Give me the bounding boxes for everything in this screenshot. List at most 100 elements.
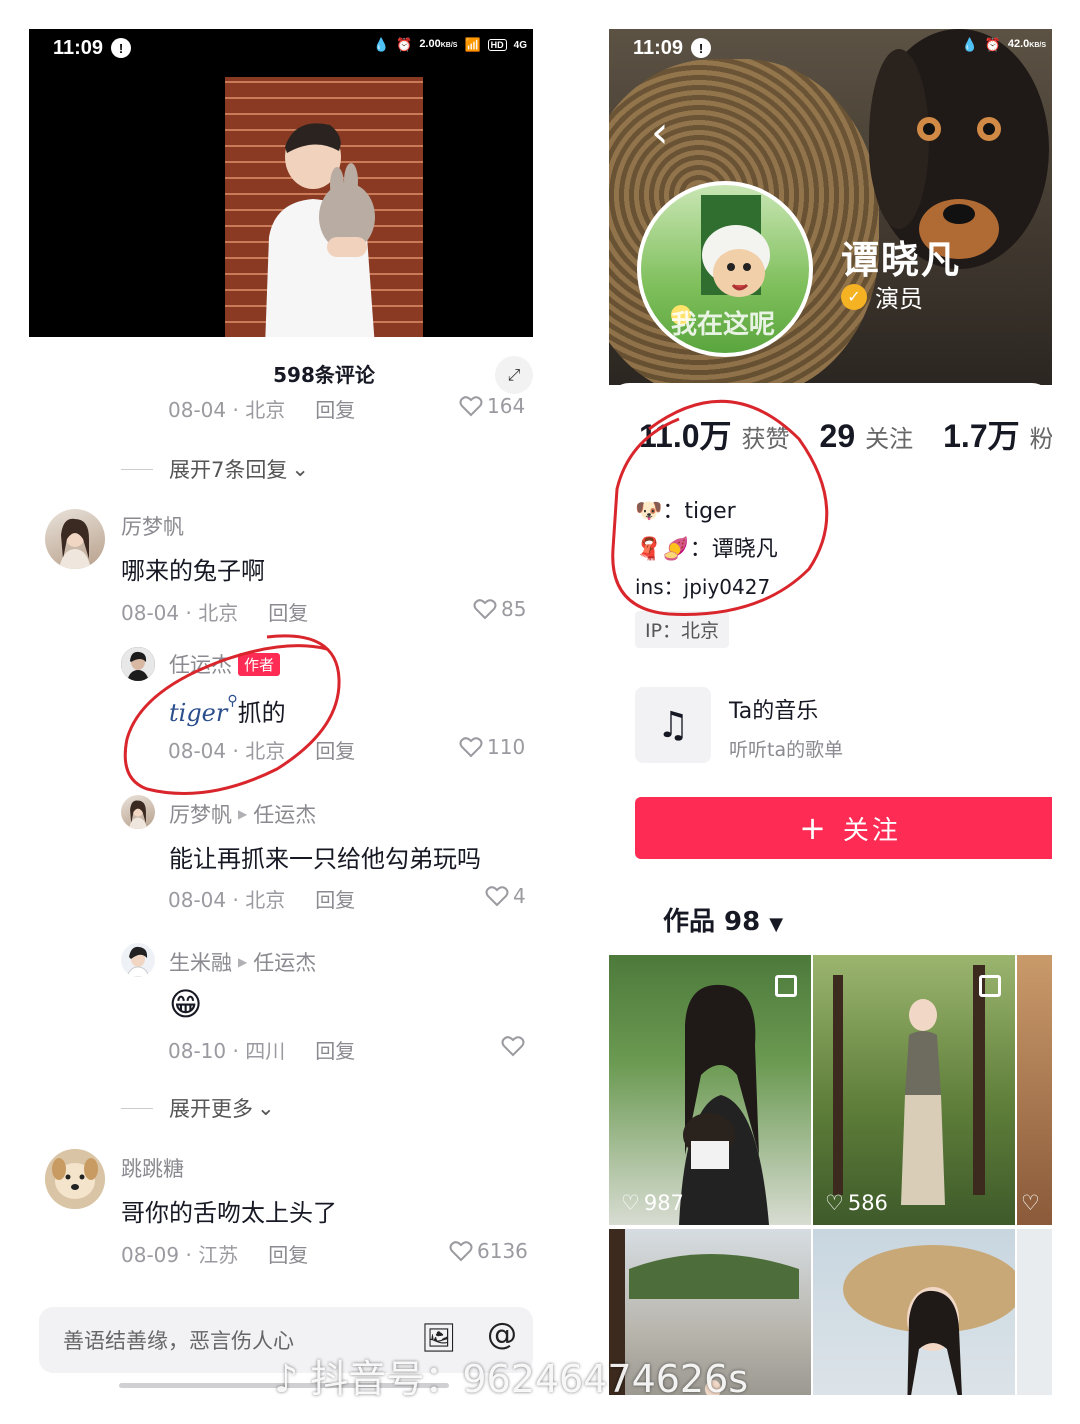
comment-username[interactable]: 厉梦帆 bbox=[121, 511, 184, 541]
douyin-watermark: ♪ 抖音号：96246474626s bbox=[274, 1357, 749, 1401]
avatar[interactable] bbox=[45, 509, 105, 569]
expand-more-button[interactable]: 展开更多 ⌄ bbox=[121, 1093, 275, 1123]
reply-button[interactable]: 回复 bbox=[268, 1243, 308, 1267]
reply-button[interactable]: 回复 bbox=[315, 398, 355, 422]
comment-meta: 08-04 · 北京 回复 bbox=[121, 601, 309, 625]
comment-emoji: 😁 bbox=[169, 985, 203, 1023]
comment-username[interactable]: 生米融 ▶ 任运杰 bbox=[169, 947, 316, 977]
data-saver-icon: 💧 bbox=[961, 37, 978, 52]
plus-icon: + bbox=[799, 809, 829, 847]
status-bar: 11:09 ! 💧 ⏰ 42.0KB/S bbox=[609, 29, 1052, 67]
heart-icon bbox=[473, 599, 497, 620]
music-note-icon[interactable]: ♫ bbox=[635, 687, 711, 763]
search-link[interactable]: tiger bbox=[169, 699, 227, 727]
fullscreen-expand-icon[interactable]: ⤢ bbox=[495, 356, 533, 394]
following-count[interactable]: 29 bbox=[820, 418, 856, 455]
work-likes: ♡ 586 bbox=[825, 1191, 888, 1215]
reply-arrow-icon: ▶ bbox=[238, 955, 248, 969]
heart-icon: ♡ bbox=[1021, 1191, 1040, 1215]
heart-icon bbox=[501, 1036, 525, 1057]
notification-icon: ! bbox=[111, 38, 132, 58]
heart-icon bbox=[459, 737, 483, 758]
profile-stats: 11.0万 获赞 29 关注 1.7万粉 bbox=[639, 411, 1052, 457]
scarf-sweet-potato-emoji-icon: 🧣🍠 bbox=[635, 537, 690, 562]
like-button[interactable] bbox=[501, 1035, 525, 1057]
comment-username[interactable]: 任运杰 作者 bbox=[169, 649, 281, 679]
dog-avatar-image bbox=[45, 1149, 105, 1209]
network-speed: 2.00KB/S bbox=[419, 38, 458, 50]
like-button[interactable]: 6136 bbox=[449, 1239, 528, 1263]
work-thumbnail[interactable]: ♡ 586 bbox=[813, 955, 1015, 1225]
wifi-icon: 📶 bbox=[464, 37, 481, 52]
comment-meta: 08-09 · 江苏 回复 bbox=[121, 1243, 309, 1267]
comment-text: 哪来的兔子啊 bbox=[121, 557, 265, 585]
author-badge: 作者 bbox=[238, 652, 281, 676]
chevron-down-icon: ⌄ bbox=[291, 457, 309, 481]
work-thumbnail[interactable]: ♡ bbox=[1017, 955, 1052, 1225]
reply-button[interactable]: 回复 bbox=[268, 601, 308, 625]
like-button[interactable]: 85 bbox=[473, 597, 526, 621]
dropdown-triangle-icon: ▼ bbox=[769, 914, 784, 935]
music-title[interactable]: Ta的音乐 bbox=[729, 693, 818, 725]
user-avatar-image bbox=[59, 518, 91, 569]
data-saver-icon: 💧 bbox=[372, 37, 390, 52]
mention-icon[interactable]: @ bbox=[487, 1317, 517, 1352]
comment-meta: 08-04 · 北京 回复 bbox=[168, 888, 356, 912]
search-icon: ⚲ bbox=[227, 693, 238, 709]
follow-button[interactable]: + 关注 bbox=[635, 797, 1052, 859]
work-thumbnail[interactable]: ♡ 987 bbox=[609, 955, 811, 1225]
woman-with-straw-hat-image bbox=[843, 1245, 1015, 1395]
following-label[interactable]: 关注 bbox=[865, 419, 913, 454]
profile-avatar[interactable]: 我在这呢 bbox=[637, 181, 813, 357]
comments-count-title: 598条评论 bbox=[273, 363, 375, 387]
expand-replies-button[interactable]: 展开7条回复 ⌄ bbox=[121, 454, 309, 484]
like-button[interactable]: 110 bbox=[459, 735, 525, 759]
comment-text: 能让再抓来一只给他勾弟玩吗 bbox=[169, 845, 481, 873]
work-likes: ♡ bbox=[1021, 1191, 1040, 1215]
back-icon[interactable]: ‹ bbox=[651, 107, 669, 158]
hd-badge: HD bbox=[487, 39, 507, 51]
work-thumbnail[interactable] bbox=[813, 1229, 1015, 1395]
avatar[interactable] bbox=[121, 943, 155, 977]
like-button[interactable]: 164 bbox=[459, 394, 525, 418]
avatar[interactable] bbox=[121, 795, 155, 829]
likes-count: 11.0万 bbox=[639, 418, 732, 454]
avatar[interactable] bbox=[121, 647, 155, 681]
like-count: 85 bbox=[501, 597, 527, 621]
video-player[interactable]: 11:09 ! 💧 ⏰ 2.00KB/S 📶 HD 4G bbox=[29, 29, 533, 337]
like-button[interactable]: 4 bbox=[485, 884, 526, 908]
comment-username[interactable]: 厉梦帆 ▶ 任运杰 bbox=[169, 799, 316, 829]
reply-button[interactable]: 回复 bbox=[315, 739, 355, 763]
chevron-down-icon: ⌄ bbox=[257, 1096, 275, 1120]
tab-works[interactable]: 作品 98 ▼ bbox=[663, 901, 783, 938]
multi-image-icon bbox=[775, 975, 797, 997]
douyin-logo-icon: ♪ bbox=[274, 1357, 311, 1401]
bio-line: ins：jpiy0427 bbox=[635, 575, 771, 599]
work-likes: ♡ 987 bbox=[621, 1191, 684, 1215]
verified-check-icon: ✓ bbox=[841, 283, 867, 310]
user-avatar-image bbox=[121, 647, 155, 681]
avatar-overlay-text: 我在这呢 bbox=[671, 310, 776, 340]
comment-username[interactable]: 跳跳糖 bbox=[121, 1153, 184, 1183]
comment-input-placeholder: 善语结善缘，恶言伤人心 bbox=[63, 1329, 294, 1353]
work-thumbnail[interactable] bbox=[1017, 1229, 1052, 1395]
like-count: 110 bbox=[487, 735, 526, 759]
avatar[interactable] bbox=[45, 1149, 105, 1209]
comment-meta: 08-04 · 北京 回复 bbox=[168, 398, 356, 422]
user-avatar-image bbox=[126, 946, 150, 977]
profile-cover-image: 11:09 ! 💧 ⏰ 42.0KB/S ‹ 我在这呢 谭晓凡 ✓ 演员 bbox=[609, 29, 1052, 385]
reply-button[interactable]: 回复 bbox=[315, 888, 355, 912]
followers-label[interactable]: 粉 bbox=[1030, 419, 1052, 454]
music-subtitle: 听听ta的歌单 bbox=[729, 739, 844, 761]
reply-arrow-icon: ▶ bbox=[238, 807, 248, 821]
comments-screen: 11:09 ! 💧 ⏰ 2.00KB/S 📶 HD 4G 598条评论 ⤢ 08… bbox=[29, 29, 533, 1395]
like-count: 164 bbox=[487, 394, 526, 418]
bio-line: 🧣🍠：谭晓凡 bbox=[635, 537, 778, 562]
multi-image-icon bbox=[979, 975, 1001, 997]
alarm-icon: ⏰ bbox=[396, 37, 413, 52]
video-frame bbox=[225, 77, 423, 337]
reply-button[interactable]: 回复 bbox=[315, 1039, 355, 1063]
clock-text: 11:09 bbox=[633, 36, 684, 59]
heart-icon bbox=[485, 886, 509, 907]
followers-count[interactable]: 1.7万 bbox=[943, 411, 1020, 457]
